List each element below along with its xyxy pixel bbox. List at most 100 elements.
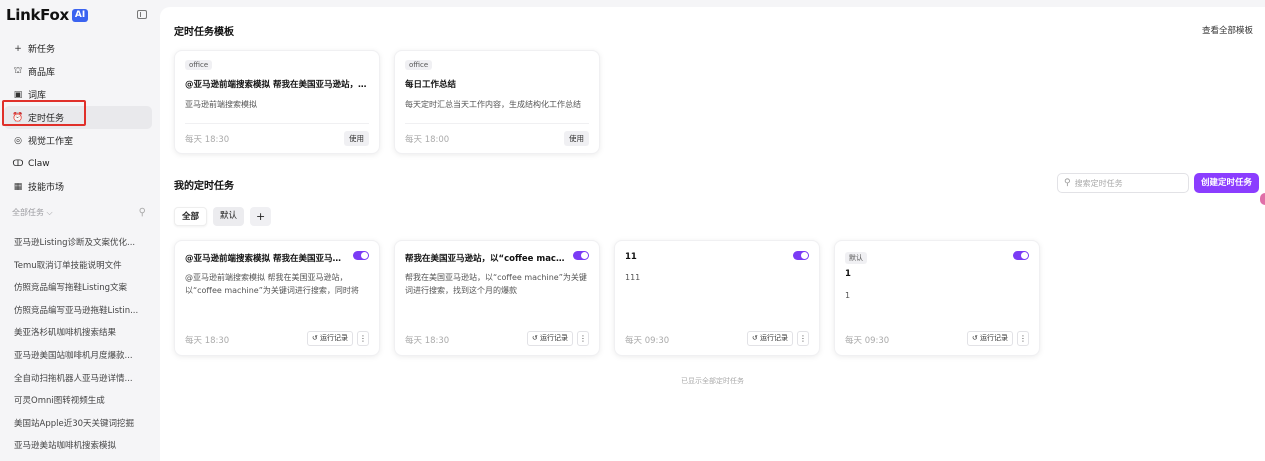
run-history-button[interactable]: ↺ 运行记录 [526,331,573,346]
template-desc: 亚马逊前端搜索模拟 [185,100,257,109]
more-options-icon[interactable]: ⋮ [797,331,809,346]
more-options-icon[interactable]: ⋮ [357,331,369,346]
shop-icon: ⛫ [13,66,23,76]
sidebar-item-label: 词库 [28,91,47,101]
logo-badge: AI [71,8,89,22]
sidebar-item-products[interactable]: ⛫ 商品库 [4,60,152,83]
sidebar: LinkFox AI + 新任务 ⛫ 商品库 ▣ 词库 ⏰ 定时任务 ◎ 视觉工… [0,0,158,461]
tab-all[interactable]: 全部 [174,207,208,226]
task-filter-dropdown[interactable]: 全部任务 ⌵ [12,207,53,218]
template-title: 每日工作总结 [405,80,457,90]
history-item[interactable]: 亚马逊美国站咖啡机月度爆款... [14,345,150,368]
history-icon: ↺ [971,334,978,342]
more-options-icon[interactable]: ⋮ [1017,331,1029,346]
sidebar-item-claw[interactable]: ↀ Claw [4,152,152,175]
task-schedule: 每天 18:30 [405,336,450,346]
use-template-button[interactable]: 使用 [564,131,589,146]
task-card[interactable]: @亚马逊前端搜索模拟 帮我在美国亚马逊... @亚马逊前端搜索模拟 帮我在美国亚… [174,240,380,356]
task-search-input[interactable]: ⚲ 搜索定时任务 [1057,173,1189,193]
run-history-label: 运行记录 [320,334,348,342]
run-history-label: 运行记录 [540,334,568,342]
sidebar-item-label: Claw [28,158,50,169]
sidebar-item-label: 技能市场 [28,183,65,193]
plus-icon: + [14,43,22,54]
view-all-templates-link[interactable]: 查看全部模板 [1202,24,1253,36]
history-icon: ↺ [531,334,538,342]
sidebar-item-label: 新任务 [28,45,56,55]
task-group-tag: 默认 [845,252,867,264]
history-item[interactable]: 仿照竞品编写拖鞋Listing文案 [14,277,150,300]
history-item[interactable]: 亚马逊美站咖啡机搜索模拟 [14,435,150,458]
sidebar-item-wordbank[interactable]: ▣ 词库 [4,83,152,106]
task-title: @亚马逊前端搜索模拟 帮我在美国亚马逊... [185,254,345,264]
run-history-button[interactable]: ↺ 运行记录 [966,331,1013,346]
use-template-button[interactable]: 使用 [344,131,369,146]
task-tabs: 全部 默认 + [174,207,272,226]
task-desc: 帮我在美国亚马逊站，以“coffee machine”为关键词进行搜索，找到这个… [405,273,587,295]
sidebar-collapse-icon[interactable] [137,10,147,19]
run-history-button[interactable]: ↺ 运行记录 [746,331,793,346]
history-item[interactable]: 仿照竞品编写亚马逊拖鞋Listin... [14,300,150,323]
task-card[interactable]: 11 111 每天 09:30 ↺ 运行记录 ⋮ [614,240,820,356]
history-item[interactable]: 美亚洛杉矶咖啡机搜索结果 [14,322,150,345]
task-enable-toggle[interactable] [1013,251,1029,260]
logo-text: LinkFox [6,6,69,24]
sidebar-item-visual-studio[interactable]: ◎ 视觉工作室 [4,129,152,152]
search-placeholder: 搜索定时任务 [1074,178,1123,188]
template-card[interactable]: office @亚马逊前端搜索模拟 帮我在美国亚马逊站，以... 亚马逊前端搜索… [174,50,380,154]
history-item[interactable]: 亚马逊Listing诊断及文案优化... [14,232,150,255]
sidebar-item-label: 商品库 [28,68,56,78]
palette-icon: ◎ [14,135,22,146]
search-icon[interactable]: ⚲ [139,207,146,218]
sidebar-item-skill-market[interactable]: ▦ 技能市场 [4,175,152,198]
task-schedule: 每天 09:30 [625,336,670,346]
task-desc: 1 [845,291,851,300]
skill-market-icon: ▦ [13,181,23,192]
my-tasks-title: 我的定时任务 [174,181,234,192]
template-tag: office [405,60,433,70]
sidebar-item-new-task[interactable]: + 新任务 [4,37,152,60]
history-item[interactable]: Temu取消订单技能说明文件 [14,255,150,278]
task-card[interactable]: 帮我在美国亚马逊站，以“coffee machin... 帮我在美国亚马逊站，以… [394,240,600,356]
task-desc: @亚马逊前端搜索模拟 帮我在美国亚马逊站，以“coffee machine”为关… [185,273,359,295]
task-enable-toggle[interactable] [353,251,369,260]
history-item[interactable]: 全自动扫拖机器人亚马逊详情... [14,368,150,391]
template-tag: office [185,60,213,70]
history-item[interactable]: 可灵Omni图转视频生成 [14,390,150,413]
task-card[interactable]: 默认 1 1 每天 09:30 ↺ 运行记录 ⋮ [834,240,1040,356]
task-schedule: 每天 09:30 [845,336,890,346]
divider [405,123,589,124]
run-history-label: 运行记录 [980,334,1008,342]
logo[interactable]: LinkFox AI [6,6,89,24]
template-card[interactable]: office 每日工作总结 每天定时汇总当天工作内容，生成结构化工作总结 每天 … [394,50,600,154]
create-task-button[interactable]: 创建定时任务 [1194,173,1259,193]
task-enable-toggle[interactable] [573,251,589,260]
run-history-button[interactable]: ↺ 运行记录 [306,331,353,346]
history-icon: ↺ [311,334,318,342]
template-schedule: 每天 18:00 [405,135,450,145]
task-desc: 111 [625,273,641,282]
search-icon: ⚲ [1064,178,1071,188]
task-enable-toggle[interactable] [793,251,809,260]
history-list: 亚马逊Listing诊断及文案优化... Temu取消订单技能说明文件 仿照竞品… [14,232,150,458]
divider [185,123,369,124]
alarm-clock-icon: ⏰ [12,112,24,123]
task-schedule: 每天 18:30 [185,336,230,346]
floating-assistant-icon[interactable] [1260,193,1265,205]
sidebar-item-label: 定时任务 [28,114,65,124]
tab-default[interactable]: 默认 [213,207,245,226]
more-options-icon[interactable]: ⋮ [577,331,589,346]
task-title: 帮我在美国亚马逊站，以“coffee machin... [405,254,565,264]
template-desc: 每天定时汇总当天工作内容，生成结构化工作总结 [405,100,581,109]
main-panel: 定时任务模板 查看全部模板 office @亚马逊前端搜索模拟 帮我在美国亚马逊… [160,7,1265,461]
history-item[interactable]: 美国站Apple近30天关键词挖掘 [14,413,150,436]
sidebar-nav: + 新任务 ⛫ 商品库 ▣ 词库 ⏰ 定时任务 ◎ 视觉工作室 ↀ Claw ▦… [4,37,152,198]
task-filter-row: 全部任务 ⌵ ⚲ [12,207,146,218]
task-title: 1 [845,269,851,279]
all-tasks-shown-note: 已显示全部定时任务 [681,377,744,385]
template-schedule: 每天 18:30 [185,135,230,145]
sidebar-item-scheduled-tasks[interactable]: ⏰ 定时任务 [4,106,152,129]
book-icon: ▣ [13,89,23,100]
templates-title: 定时任务模板 [174,27,234,38]
add-tab-button[interactable]: + [250,207,272,226]
